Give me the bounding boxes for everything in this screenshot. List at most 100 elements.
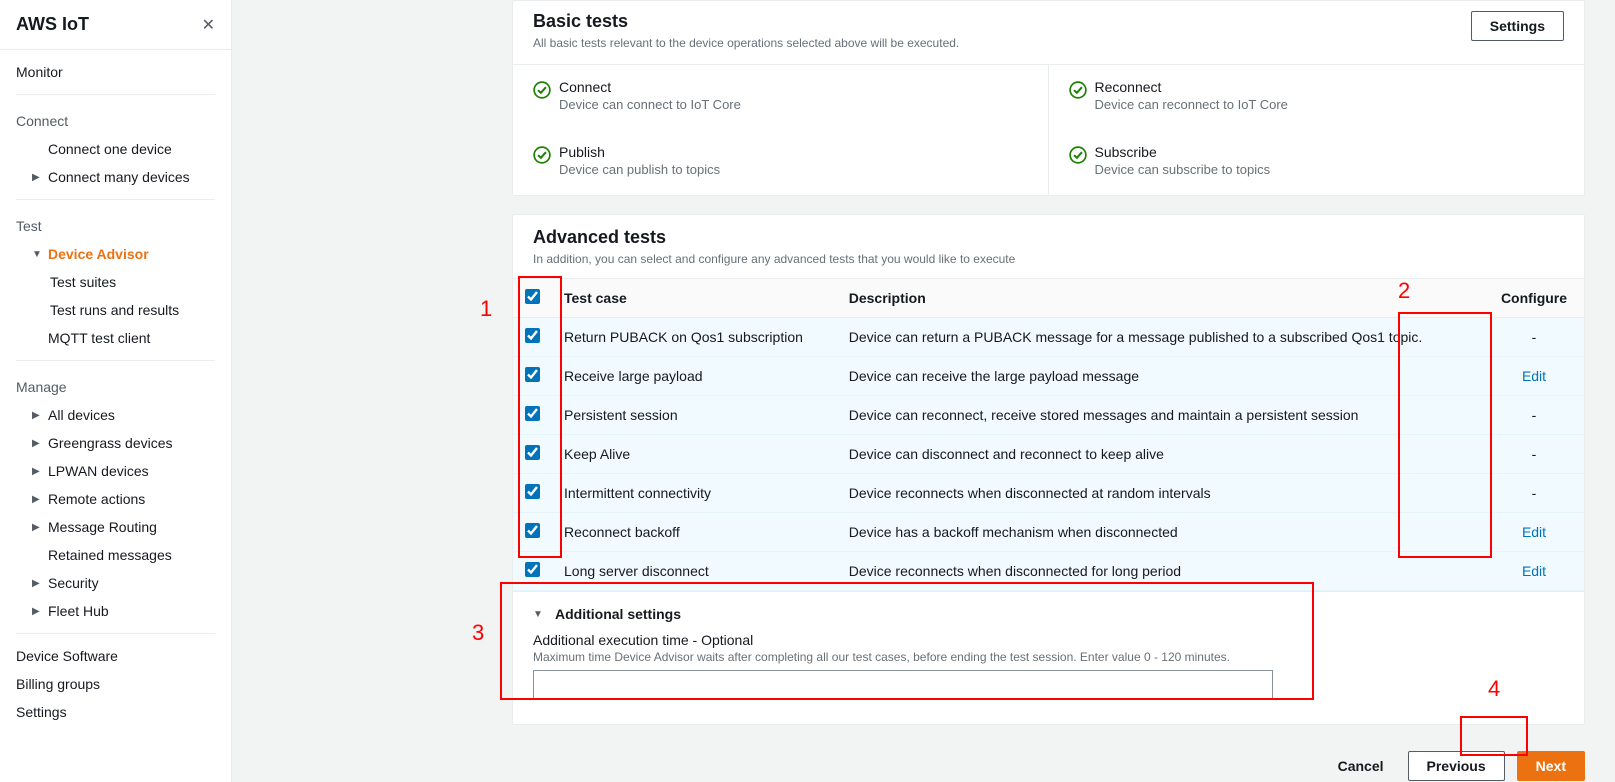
caret-right-icon <box>32 578 46 589</box>
sidebar-header: AWS IoT ✕ <box>0 0 231 50</box>
cell-testcase: Receive large payload <box>552 357 837 396</box>
success-icon <box>1069 81 1087 99</box>
nav-item[interactable]: Connect many devices <box>16 163 215 191</box>
caret-down-icon <box>533 609 547 620</box>
success-icon <box>1069 146 1087 164</box>
nav-item[interactable]: Test runs and results <box>16 296 215 324</box>
table-row: Long server disconnectDevice reconnects … <box>513 552 1584 591</box>
advanced-tests-table: Test case Description Configure Return P… <box>513 278 1584 591</box>
nav-item[interactable]: Retained messages <box>16 541 215 569</box>
close-icon[interactable]: ✕ <box>202 15 215 35</box>
basic-tests-title: Basic tests <box>533 11 959 32</box>
table-row: Receive large payloadDevice can receive … <box>513 357 1584 396</box>
row-checkbox[interactable] <box>525 445 540 460</box>
nav-item[interactable]: Greengrass devices <box>16 429 215 457</box>
table-row: Persistent sessionDevice can reconnect, … <box>513 396 1584 435</box>
execution-time-help: Maximum time Device Advisor waits after … <box>533 650 1564 664</box>
caret-right-icon <box>32 172 46 183</box>
nav-group: Test <box>16 208 215 240</box>
basic-test-item: PublishDevice can publish to topics <box>513 130 1049 195</box>
previous-button[interactable]: Previous <box>1408 751 1505 781</box>
row-checkbox[interactable] <box>525 523 540 538</box>
nav-item[interactable]: Monitor <box>16 58 215 86</box>
nav-item[interactable]: Device Software <box>16 642 215 670</box>
nav-item[interactable]: Message Routing <box>16 513 215 541</box>
advanced-tests-subtitle: In addition, you can select and configur… <box>533 252 1564 266</box>
caret-right-icon <box>32 466 46 477</box>
row-checkbox[interactable] <box>525 328 540 343</box>
nav-item[interactable]: Settings <box>16 698 215 726</box>
cell-testcase: Intermittent connectivity <box>552 474 837 513</box>
cell-testcase: Persistent session <box>552 396 837 435</box>
additional-settings: Additional settings Additional execution… <box>513 591 1584 724</box>
cell-configure: Edit <box>1484 552 1584 591</box>
sidebar: AWS IoT ✕ Monitor ConnectConnect one devi… <box>0 0 232 782</box>
cell-testcase: Long server disconnect <box>552 552 837 591</box>
table-row: Intermittent connectivityDevice reconnec… <box>513 474 1584 513</box>
edit-link[interactable]: Edit <box>1522 563 1546 579</box>
additional-settings-header[interactable]: Additional settings <box>533 606 1564 622</box>
caret-right-icon <box>32 438 46 449</box>
cell-configure: Edit <box>1484 513 1584 552</box>
row-checkbox[interactable] <box>525 406 540 421</box>
row-checkbox[interactable] <box>525 484 540 499</box>
nav-item[interactable]: LPWAN devices <box>16 457 215 485</box>
nav-item[interactable]: Connect one device <box>16 135 215 163</box>
cell-description: Device reconnects when disconnected at r… <box>837 474 1484 513</box>
cell-description: Device can reconnect, receive stored mes… <box>837 396 1484 435</box>
success-icon <box>533 81 551 99</box>
basic-tests-grid: ConnectDevice can connect to IoT CoreRec… <box>513 64 1584 195</box>
cell-configure: - <box>1484 474 1584 513</box>
cell-description: Device can return a PUBACK message for a… <box>837 318 1484 357</box>
table-row: Return PUBACK on Qos1 subscriptionDevice… <box>513 318 1584 357</box>
execution-time-input[interactable] <box>533 670 1273 700</box>
caret-right-icon <box>32 410 46 421</box>
cancel-button[interactable]: Cancel <box>1326 752 1396 780</box>
cell-configure: - <box>1484 396 1584 435</box>
annotation-1: 1 <box>480 296 492 322</box>
settings-button[interactable]: Settings <box>1471 11 1564 41</box>
nav-item[interactable]: Billing groups <box>16 670 215 698</box>
nav-item[interactable]: Security <box>16 569 215 597</box>
cell-description: Device can disconnect and reconnect to k… <box>837 435 1484 474</box>
nav: Monitor ConnectConnect one deviceConnect … <box>0 50 231 734</box>
col-description: Description <box>837 279 1484 318</box>
cell-configure: - <box>1484 318 1584 357</box>
next-button[interactable]: Next <box>1517 751 1585 781</box>
main: Basic tests All basic tests relevant to … <box>232 0 1615 782</box>
table-row: Reconnect backoffDevice has a backoff me… <box>513 513 1584 552</box>
sidebar-title: AWS IoT <box>16 14 89 35</box>
basic-test-item: SubscribeDevice can subscribe to topics <box>1049 130 1585 195</box>
cell-description: Device reconnects when disconnected for … <box>837 552 1484 591</box>
annotation-3: 3 <box>472 620 484 646</box>
advanced-tests-panel: Advanced tests In addition, you can sele… <box>512 214 1585 725</box>
cell-testcase: Reconnect backoff <box>552 513 837 552</box>
basic-test-item: ReconnectDevice can reconnect to IoT Cor… <box>1049 65 1585 130</box>
col-testcase: Test case <box>552 279 837 318</box>
caret-right-icon <box>32 522 46 533</box>
row-checkbox[interactable] <box>525 367 540 382</box>
nav-group: Connect <box>16 103 215 135</box>
execution-time-label: Additional execution time - Optional <box>533 632 1564 648</box>
cell-configure: - <box>1484 435 1584 474</box>
edit-link[interactable]: Edit <box>1522 368 1546 384</box>
caret-right-icon <box>32 494 46 505</box>
cell-testcase: Keep Alive <box>552 435 837 474</box>
caret-right-icon <box>32 606 46 617</box>
nav-item[interactable]: All devices <box>16 401 215 429</box>
nav-item[interactable]: Fleet Hub <box>16 597 215 625</box>
nav-group: Manage <box>16 369 215 401</box>
caret-down-icon <box>32 249 46 260</box>
col-configure: Configure <box>1484 279 1584 318</box>
cell-testcase: Return PUBACK on Qos1 subscription <box>552 318 837 357</box>
basic-test-item: ConnectDevice can connect to IoT Core <box>513 65 1049 130</box>
edit-link[interactable]: Edit <box>1522 524 1546 540</box>
success-icon <box>533 146 551 164</box>
row-checkbox[interactable] <box>525 562 540 577</box>
nav-item[interactable]: Device Advisor <box>16 240 215 268</box>
nav-item[interactable]: MQTT test client <box>16 324 215 352</box>
footer-actions: Cancel Previous Next <box>512 743 1585 782</box>
select-all-checkbox[interactable] <box>525 289 540 304</box>
nav-item[interactable]: Test suites <box>16 268 215 296</box>
nav-item[interactable]: Remote actions <box>16 485 215 513</box>
